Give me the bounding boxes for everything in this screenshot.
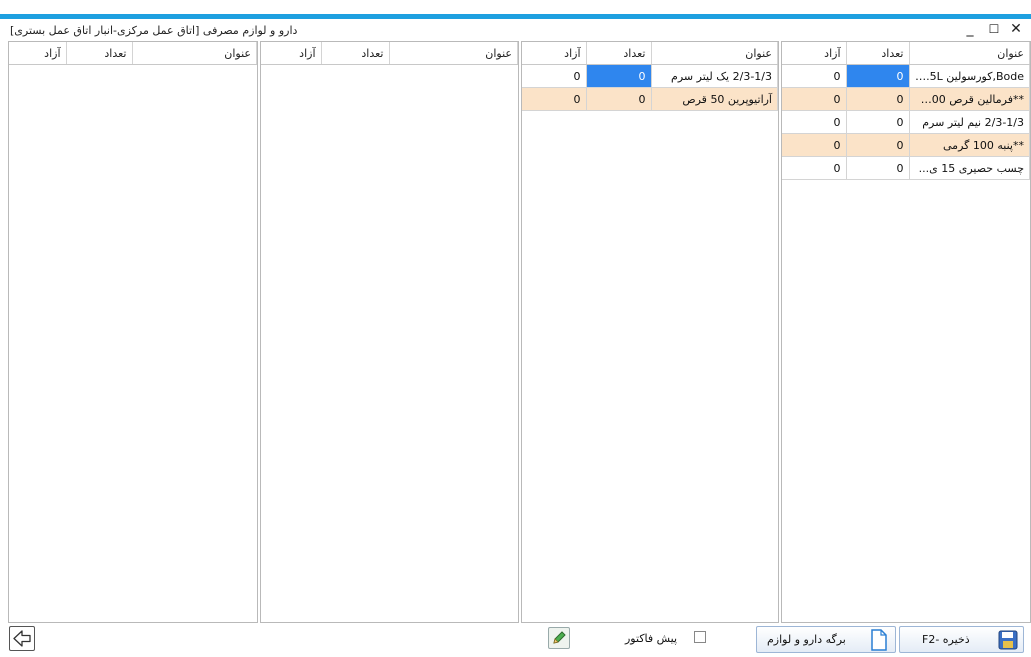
- back-button[interactable]: [9, 626, 35, 651]
- table-row[interactable]: 0 0 **فرمالین قرص 900 ...: [782, 87, 1030, 111]
- cell-title[interactable]: **فرمالین قرص 900 ...: [909, 87, 1030, 111]
- column-header-title[interactable]: عنوان: [389, 42, 518, 65]
- column-header-free[interactable]: آزاد: [782, 42, 847, 65]
- item-table: آزاد تعداد عنوان: [9, 42, 257, 65]
- item-panel-1: آزاد تعداد عنوان 0 0 Bode,کورسولین FF.5L…: [781, 41, 1031, 623]
- cell-count[interactable]: 0: [846, 156, 910, 180]
- table-row[interactable]: 0 0 **پنبه 100 گرمی: [782, 133, 1030, 157]
- cell-title[interactable]: 2/3-1/3 نیم لیتر سرم: [909, 110, 1030, 134]
- prefactor-label: پیش فاکتور: [625, 632, 678, 645]
- cell-title[interactable]: چسب حصیری 15 ی...: [909, 156, 1030, 180]
- cell-free[interactable]: 0: [522, 87, 587, 111]
- cell-free[interactable]: 0: [782, 64, 847, 88]
- floppy-disk-icon: [998, 630, 1018, 650]
- table-row[interactable]: 0 0 آراتیوپرین 50 قرص: [522, 87, 778, 111]
- back-arrow-icon: [13, 630, 31, 647]
- medication-sheet-label: برگه دارو و لوازم: [767, 633, 846, 646]
- column-header-count[interactable]: تعداد: [66, 42, 133, 65]
- column-header-free[interactable]: آزاد: [522, 42, 587, 65]
- cell-title[interactable]: 2/3-1/3 یک لیتر سرم: [651, 64, 778, 88]
- column-header-free[interactable]: آزاد: [261, 42, 322, 65]
- table-row[interactable]: 0 0 2/3-1/3 نیم لیتر سرم: [782, 110, 1030, 134]
- bottom-toolbar: پیش فاکتور برگه دارو و لوازم F2- ذخیره: [0, 623, 1031, 657]
- prefactor-checkbox[interactable]: [694, 631, 706, 643]
- cell-free[interactable]: 0: [782, 156, 847, 180]
- column-header-count[interactable]: تعداد: [586, 42, 652, 65]
- cell-count[interactable]: 0: [846, 64, 910, 88]
- item-panel-3: آزاد تعداد عنوان: [260, 41, 519, 623]
- item-table: آزاد تعداد عنوان 0 0 2/3-1/3 یک لیتر سرم…: [522, 42, 778, 111]
- close-button[interactable]: ✕: [1008, 21, 1024, 37]
- table-row[interactable]: 0 0 2/3-1/3 یک لیتر سرم: [522, 64, 778, 88]
- save-label: F2- ذخیره: [922, 633, 970, 646]
- item-panel-4: آزاد تعداد عنوان: [8, 41, 258, 623]
- pencil-icon: [553, 631, 566, 644]
- edit-button[interactable]: [548, 627, 570, 649]
- cell-free[interactable]: 0: [782, 133, 847, 157]
- column-header-free[interactable]: آزاد: [9, 42, 67, 65]
- cell-free[interactable]: 0: [782, 87, 847, 111]
- medication-sheet-button[interactable]: برگه دارو و لوازم: [756, 626, 896, 653]
- maximize-button[interactable]: ☐: [986, 21, 1002, 37]
- item-table: آزاد تعداد عنوان: [261, 42, 518, 65]
- column-header-title[interactable]: عنوان: [132, 42, 257, 65]
- cell-count[interactable]: 0: [846, 133, 910, 157]
- column-header-count[interactable]: تعداد: [846, 42, 910, 65]
- cell-count[interactable]: 0: [846, 87, 910, 111]
- window-title: دارو و لوازم مصرفی [اتاق عمل مرکزی-انبار…: [10, 24, 298, 37]
- document-icon: [871, 629, 887, 651]
- item-panel-2: آزاد تعداد عنوان 0 0 2/3-1/3 یک لیتر سرم…: [521, 41, 779, 623]
- cell-count[interactable]: 0: [586, 87, 652, 111]
- column-header-title[interactable]: عنوان: [651, 42, 778, 65]
- cell-title[interactable]: آراتیوپرین 50 قرص: [651, 87, 778, 111]
- column-header-title[interactable]: عنوان: [909, 42, 1030, 65]
- cell-title[interactable]: **پنبه 100 گرمی: [909, 133, 1030, 157]
- title-bar: دارو و لوازم مصرفی [اتاق عمل مرکزی-انبار…: [0, 19, 1031, 41]
- table-row[interactable]: 0 0 چسب حصیری 15 ی...: [782, 156, 1030, 180]
- cell-title[interactable]: Bode,کورسولین FF.5L*: [909, 64, 1030, 88]
- cell-free[interactable]: 0: [522, 64, 587, 88]
- column-header-count[interactable]: تعداد: [321, 42, 390, 65]
- minimize-button[interactable]: _: [962, 21, 978, 37]
- cell-count[interactable]: 0: [586, 64, 652, 88]
- cell-count[interactable]: 0: [846, 110, 910, 134]
- save-button[interactable]: F2- ذخیره: [899, 626, 1024, 653]
- table-row[interactable]: 0 0 Bode,کورسولین FF.5L*: [782, 64, 1030, 88]
- item-table: آزاد تعداد عنوان 0 0 Bode,کورسولین FF.5L…: [782, 42, 1030, 180]
- cell-free[interactable]: 0: [782, 110, 847, 134]
